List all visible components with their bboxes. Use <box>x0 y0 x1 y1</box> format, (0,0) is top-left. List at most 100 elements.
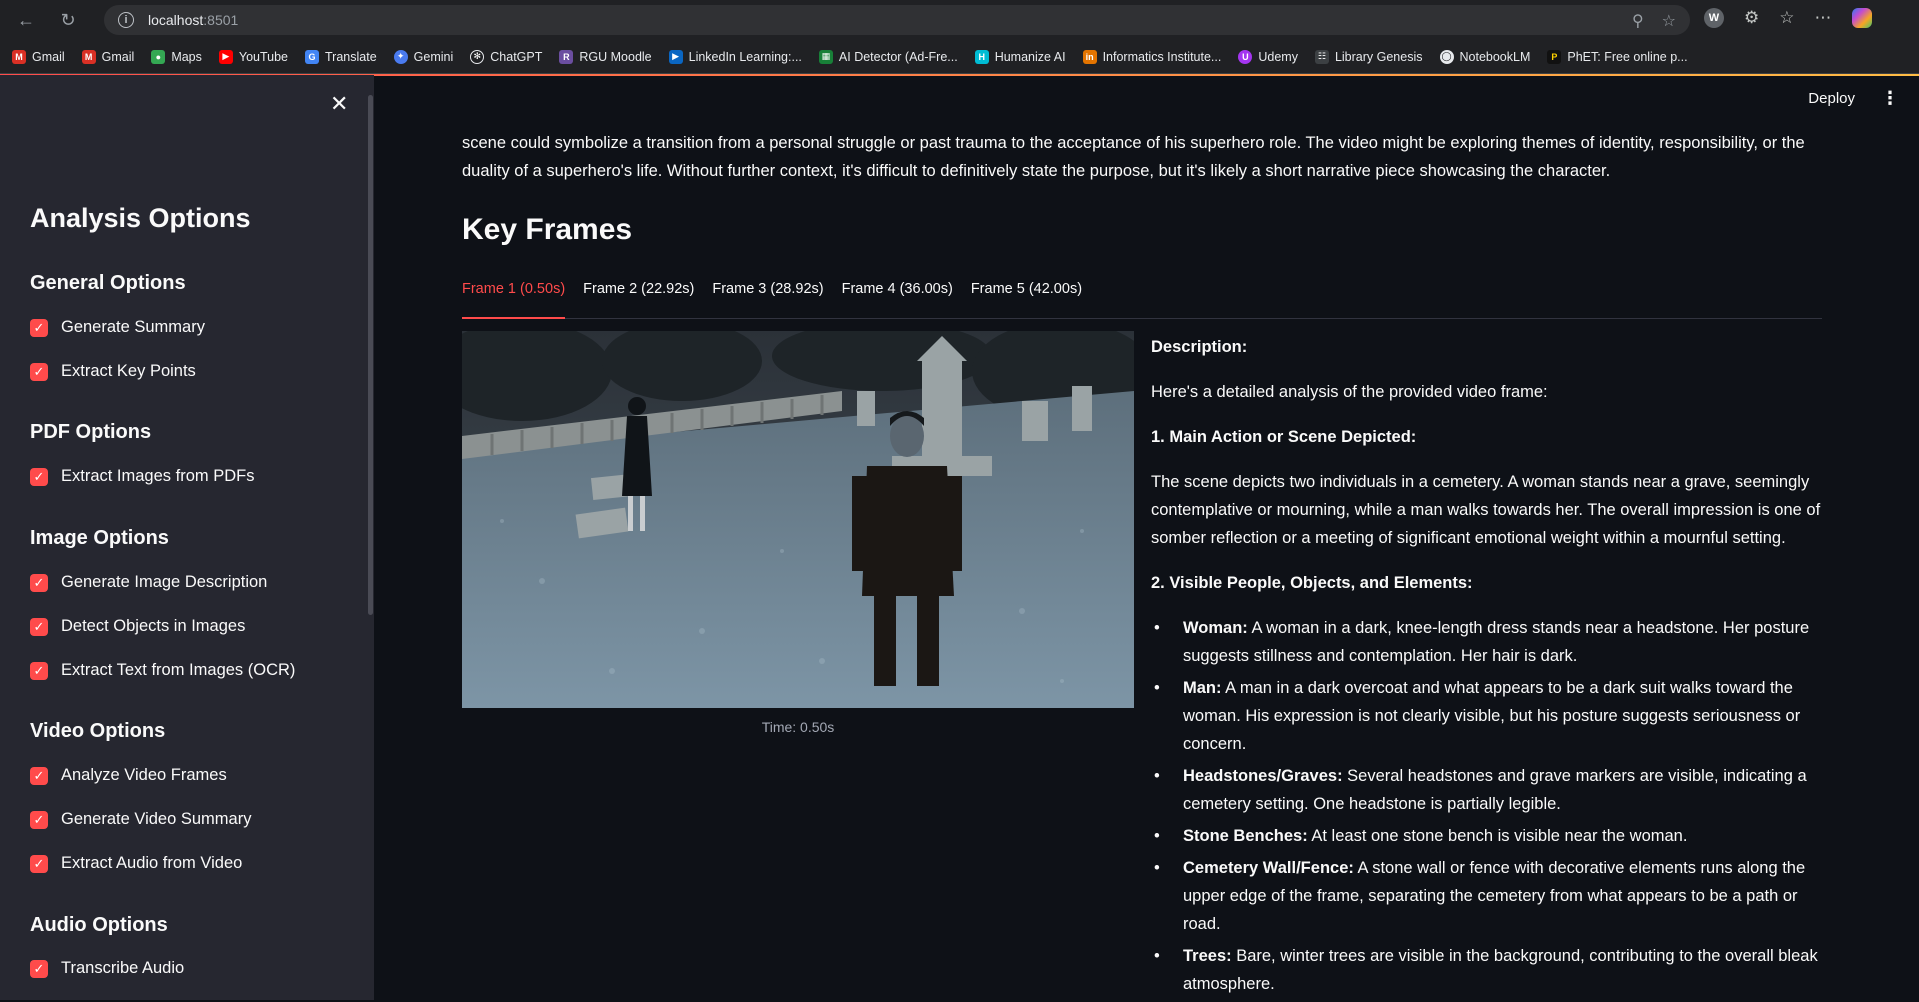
frame-tabs: Frame 1 (0.50s) Frame 2 (22.92s) Frame 3… <box>462 279 1822 319</box>
bookmark-chatgpt[interactable]: ✻ ChatGPT <box>470 49 542 64</box>
linkedin-icon: ▶ <box>668 49 683 64</box>
bookmark-humanize-ai[interactable]: H Humanize AI <box>974 49 1066 64</box>
list-item: Woman: A woman in a dark, knee-length dr… <box>1151 614 1823 670</box>
frame-description: Description: Here's a detailed analysis … <box>1151 333 1823 1002</box>
bookmark-informatics[interactable]: in Informatics Institute... <box>1082 49 1221 64</box>
frame-time-caption: Time: 0.50s <box>761 719 835 735</box>
checkbox-checked-icon[interactable]: ✓ <box>30 810 48 829</box>
maps-icon: ● <box>151 49 166 64</box>
bookmark-rgu-moodle[interactable]: R RGU Moodle <box>559 49 652 64</box>
list-item: Cemetery Wall/Fence: A stone wall or fen… <box>1151 854 1823 938</box>
site-info-icon[interactable]: i <box>118 12 134 28</box>
bookmark-translate[interactable]: G Translate <box>305 49 377 64</box>
bookmark-youtube[interactable]: ▶ YouTube <box>218 49 288 64</box>
gemini-icon: ✦ <box>393 49 408 64</box>
bookmark-phet[interactable]: P PhET: Free online p... <box>1547 49 1688 64</box>
checkbox-generate-video-summary[interactable]: ✓ Generate Video Summary <box>30 810 251 829</box>
main-action-paragraph: The scene depicts two individuals in a c… <box>1151 473 1821 547</box>
tab-frame-2[interactable]: Frame 2 (22.92s) <box>583 279 694 319</box>
phet-icon: P <box>1547 49 1562 64</box>
translate-icon: G <box>305 49 320 64</box>
bookmark-maps[interactable]: ● Maps <box>151 49 202 64</box>
browser-toolbar: ← ↻ i localhost:8501 ⚲ ☆ W ⚙ ☆ ⋯ <box>0 0 1919 40</box>
tab-frame-3[interactable]: Frame 3 (28.92s) <box>712 279 823 319</box>
main-menu-icon[interactable]: ⋮ <box>1881 88 1899 109</box>
back-icon[interactable]: ← <box>10 4 42 36</box>
section-pdf-options: PDF Options <box>30 421 152 443</box>
ai-detector-icon: ▦ <box>818 49 833 64</box>
moodle-icon: R <box>559 49 574 64</box>
video-frame-image <box>462 331 1134 708</box>
summary-text: scene could symbolize a transition from … <box>462 134 1805 180</box>
checkbox-extract-images-pdfs[interactable]: ✓ Extract Images from PDFs <box>30 467 254 486</box>
checkbox-checked-icon[interactable]: ✓ <box>30 959 48 978</box>
notebooklm-icon: ◯ <box>1439 49 1454 64</box>
close-sidebar-icon[interactable]: ✕ <box>330 91 348 117</box>
description-heading: Description: <box>1151 338 1248 356</box>
star-icon[interactable]: ☆ <box>1662 11 1676 31</box>
favorites-icon[interactable]: ☆ <box>1779 8 1794 28</box>
checkbox-extract-key-points[interactable]: ✓ Extract Key Points <box>30 362 196 381</box>
checkbox-checked-icon[interactable]: ✓ <box>30 617 48 636</box>
section-video-options: Video Options <box>30 720 166 742</box>
list-item: Stone Benches: At least one stone bench … <box>1151 822 1823 850</box>
udemy-icon: U <box>1238 49 1253 64</box>
list-item: Headstones/Graves: Several headstones an… <box>1151 762 1823 818</box>
checkbox-generate-summary[interactable]: ✓ Generate Summary <box>30 318 205 337</box>
address-bar[interactable]: i localhost:8501 ⚲ ☆ <box>104 5 1690 35</box>
checkbox-checked-icon[interactable]: ✓ <box>30 661 48 680</box>
checkbox-checked-icon[interactable]: ✓ <box>30 573 48 592</box>
checkbox-checked-icon[interactable]: ✓ <box>30 766 48 785</box>
section-audio-options: Audio Options <box>30 914 168 936</box>
bookmark-linkedin-learning[interactable]: ▶ LinkedIn Learning:... <box>668 49 802 64</box>
bookmark-ai-detector[interactable]: ▦ AI Detector (Ad-Fre... <box>818 49 958 64</box>
zoom-icon[interactable]: ⚲ <box>1632 11 1644 31</box>
checkbox-detect-objects[interactable]: ✓ Detect Objects in Images <box>30 617 245 636</box>
gmail-icon: M <box>81 49 96 64</box>
sidebar-title: Analysis Options <box>30 203 251 233</box>
app-header-actions: Deploy ⋮ <box>1808 88 1899 109</box>
reload-icon[interactable]: ↻ <box>52 4 84 36</box>
checkbox-checked-icon[interactable]: ✓ <box>30 467 48 486</box>
url-text: localhost:8501 <box>148 12 239 28</box>
gmail-icon: M <box>12 49 26 64</box>
extension-w-icon[interactable]: W <box>1704 8 1724 28</box>
checkbox-extract-audio[interactable]: ✓ Extract Audio from Video <box>30 854 242 873</box>
bookmark-gmail[interactable]: M Gmail <box>12 49 65 64</box>
key-frames-heading: Key Frames <box>462 213 633 246</box>
humanize-icon: H <box>974 49 989 64</box>
tab-frame-1[interactable]: Frame 1 (0.50s) <box>462 279 566 319</box>
checkbox-analyze-video-frames[interactable]: ✓ Analyze Video Frames <box>30 766 227 785</box>
copilot-icon[interactable] <box>1851 8 1872 28</box>
informatics-icon: in <box>1082 49 1097 64</box>
list-item: Trees: Bare, winter trees are visible in… <box>1151 942 1823 998</box>
section-general-options: General Options <box>30 272 186 294</box>
section-heading-visible-elements: 2. Visible People, Objects, and Elements… <box>1151 574 1473 592</box>
bookmark-notebooklm[interactable]: ◯ NotebookLM <box>1439 49 1530 64</box>
checkbox-transcribe-audio[interactable]: ✓ Transcribe Audio <box>30 959 184 978</box>
library-icon: ☷ <box>1314 49 1329 64</box>
bookmark-udemy[interactable]: U Udemy <box>1238 49 1298 64</box>
tab-frame-4[interactable]: Frame 4 (36.00s) <box>842 279 953 319</box>
sidebar: ✕ Analysis Options General Options ✓ Gene… <box>0 75 374 1000</box>
bookmark-library-genesis[interactable]: ☷ Library Genesis <box>1314 49 1423 64</box>
more-menu-icon[interactable]: ⋯ <box>1815 8 1832 28</box>
streamlit-app: ✕ Analysis Options General Options ✓ Gene… <box>0 75 1919 1000</box>
deploy-button[interactable]: Deploy <box>1808 90 1855 107</box>
chatgpt-icon: ✻ <box>470 49 485 64</box>
sidebar-scrollbar[interactable] <box>368 95 373 615</box>
section-heading-main-action: 1. Main Action or Scene Depicted: <box>1151 428 1417 446</box>
checkbox-checked-icon[interactable]: ✓ <box>30 854 48 873</box>
tab-frame-5[interactable]: Frame 5 (42.00s) <box>971 279 1082 319</box>
bookmark-gmail-2[interactable]: M Gmail <box>81 49 134 64</box>
list-item: Man: A man in a dark overcoat and what a… <box>1151 674 1823 758</box>
extensions-puzzle-icon[interactable]: ⚙ <box>1744 8 1759 28</box>
youtube-icon: ▶ <box>218 49 233 64</box>
checkbox-extract-text-ocr[interactable]: ✓ Extract Text from Images (OCR) <box>30 661 295 680</box>
checkbox-generate-image-description[interactable]: ✓ Generate Image Description <box>30 573 267 592</box>
bookmark-gemini[interactable]: ✦ Gemini <box>393 49 453 64</box>
checkbox-checked-icon[interactable]: ✓ <box>30 362 48 381</box>
checkbox-checked-icon[interactable]: ✓ <box>30 318 48 337</box>
section-image-options: Image Options <box>30 527 169 549</box>
description-intro: Here's a detailed analysis of the provid… <box>1151 383 1548 401</box>
